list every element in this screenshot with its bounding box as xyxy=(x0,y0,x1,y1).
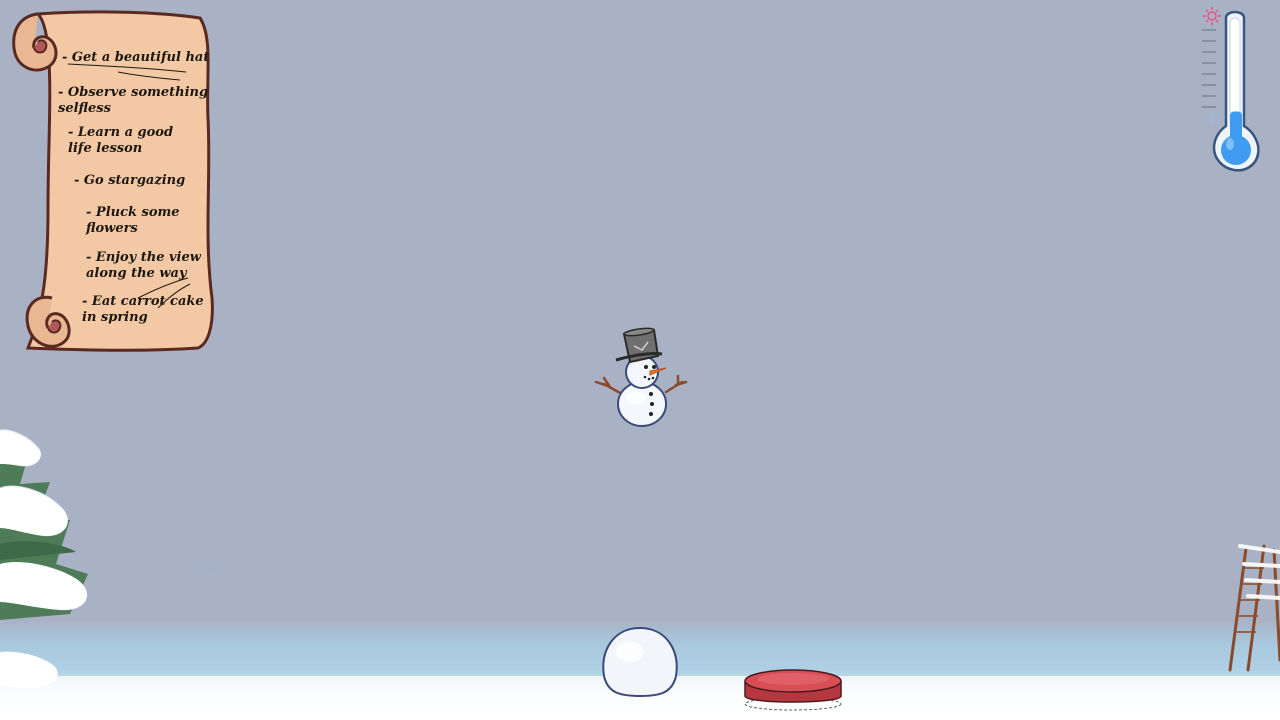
task-item-stargazing: - Go stargazing xyxy=(74,173,186,188)
snowball[interactable] xyxy=(600,626,680,698)
temperature-thermometer xyxy=(1196,4,1266,174)
task-item-lesson: - Learn a good life lesson xyxy=(68,125,174,156)
snowy-pine-tree xyxy=(0,424,100,694)
thermometer-scale xyxy=(1202,29,1216,108)
mercury-column xyxy=(1230,111,1242,142)
task-item-view: - Enjoy the view along the way xyxy=(86,250,201,281)
task-item-hat: - Get a beautiful hat xyxy=(62,50,210,65)
game-scene[interactable]: - Get a beautiful hat - Observe somethin… xyxy=(0,0,1280,720)
snowman-character[interactable] xyxy=(590,326,694,430)
snowflake-icon xyxy=(1205,112,1219,126)
task-scroll: - Get a beautiful hat - Observe somethin… xyxy=(8,8,220,358)
bucket-hat xyxy=(615,327,663,364)
task-item-carrot-cake: - Eat carrot cake in spring xyxy=(82,294,204,325)
task-item-flowers: - Pluck some flowers xyxy=(86,205,180,236)
faint-snow-smudge xyxy=(190,558,216,576)
task-item-observe: - Observe something selfless xyxy=(58,85,209,116)
red-push-button[interactable] xyxy=(742,666,844,712)
wooden-ladder[interactable] xyxy=(1224,540,1280,676)
sun-icon xyxy=(1203,7,1221,25)
